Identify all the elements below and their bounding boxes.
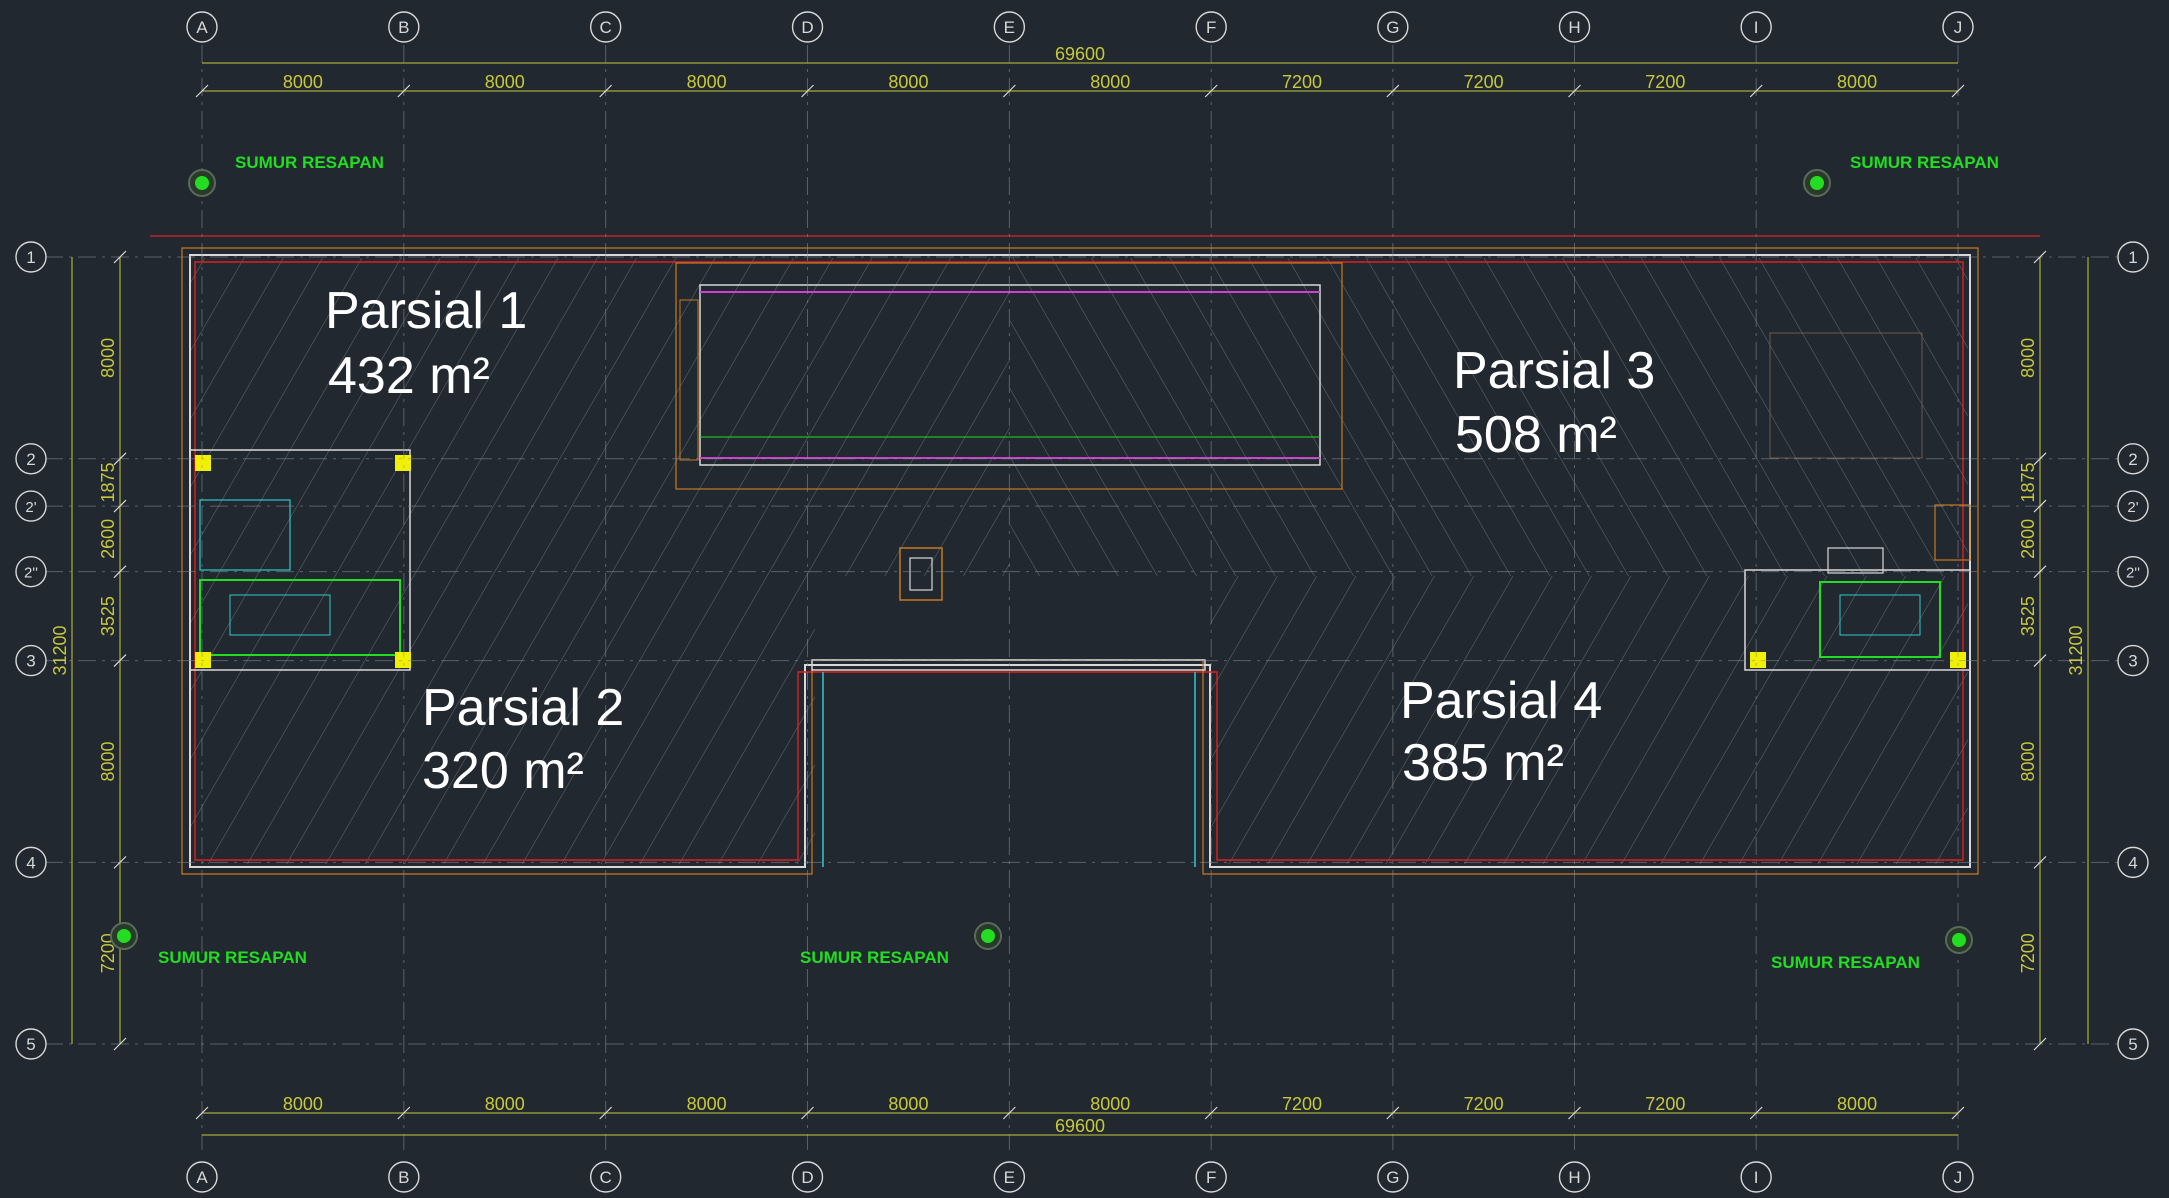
grid-bubble-label: 1 [2128, 248, 2137, 267]
dimension-value: 8000 [1837, 72, 1877, 92]
zone-area: 432 m² [328, 347, 490, 405]
floor-plan-drawing: 696008000 8000 8000 8000 8000 7200 7200 7200 800… [15, 11, 2149, 1193]
grid-bubble-label: D [801, 1168, 813, 1187]
grid-bubble-label: D [801, 18, 813, 37]
dimension-value: 7200 [1464, 1094, 1504, 1114]
grid-bubble-label: H [1568, 18, 1580, 37]
zone-area: 508 m² [1455, 406, 1617, 464]
zone-name: Parsial 1 [325, 282, 527, 340]
dimension-value: 8000 [888, 1094, 928, 1114]
grid-bubble-label: 4 [26, 853, 35, 872]
grid-bubble-label: 5 [2128, 1035, 2137, 1054]
dimension-value: 2600 [98, 519, 118, 559]
dimension-total: 31200 [2066, 625, 2086, 675]
zone-name: Parsial 3 [1453, 342, 1655, 400]
dimension-total: 69600 [1055, 1116, 1105, 1136]
dimension-total: 31200 [50, 625, 70, 675]
dimension-value: 1875 [98, 462, 118, 502]
dimension-value: 3525 [98, 596, 118, 636]
dimension-value: 7200 [1464, 72, 1504, 92]
dimension-total: 69600 [1055, 44, 1105, 64]
dimension-value: 8000 [283, 1094, 323, 1114]
dimension-value: 3525 [2018, 596, 2038, 636]
grid-bubble-label: J [1954, 18, 1963, 37]
dimension-value: 8000 [2018, 741, 2038, 781]
grid-bubble-label: J [1954, 1168, 1963, 1187]
grid-bubble-label: 2 [2128, 450, 2137, 469]
grid-bubble-label: G [1386, 18, 1399, 37]
grid-bubble-label: C [600, 18, 612, 37]
dimension-value: 7200 [1282, 72, 1322, 92]
grid-bubble-label: B [398, 18, 409, 37]
grid-bubble-label: 3 [2128, 652, 2137, 671]
grid-bubble-label: I [1754, 18, 1759, 37]
dimension-value: 8000 [485, 1094, 525, 1114]
grid-bubble-label: G [1386, 1168, 1399, 1187]
dimension-value: 8000 [1090, 72, 1130, 92]
dimension-value: 1875 [2018, 462, 2038, 502]
grid-bubble-label: 2' [2127, 499, 2138, 516]
dimension-value: 2600 [2018, 519, 2038, 559]
zone-area: 385 m² [1402, 734, 1564, 792]
dimension-value: 8000 [687, 1094, 727, 1114]
sumur-label: SUMUR RESAPAN [1850, 153, 1999, 172]
dimension-value: 8000 [888, 72, 928, 92]
grid-bubble-label: E [1004, 1168, 1015, 1187]
sumur-label: SUMUR RESAPAN [235, 153, 384, 172]
grid-bubble-label: 5 [26, 1035, 35, 1054]
dimension-value: 8000 [485, 72, 525, 92]
grid-bubble-label: E [1004, 18, 1015, 37]
sumur-label: SUMUR RESAPAN [158, 948, 307, 967]
grid-bubble-label: 2'' [24, 565, 38, 582]
grid-bubble-label: I [1754, 1168, 1759, 1187]
grid-bubble-label: A [196, 1168, 208, 1187]
zone-area: 320 m² [422, 742, 584, 800]
dimension-value: 8000 [1090, 1094, 1130, 1114]
sumur-label: SUMUR RESAPAN [800, 948, 949, 967]
grid-bubble-label: C [600, 1168, 612, 1187]
grid-bubble-label: F [1206, 1168, 1216, 1187]
dimension-value: 7200 [1645, 1094, 1685, 1114]
dimension-value: 7200 [2018, 933, 2038, 973]
grid-bubble-label: 2 [26, 450, 35, 469]
sumur-label: SUMUR RESAPAN [1771, 953, 1920, 972]
dimension-value: 8000 [2018, 338, 2038, 378]
grid-bubble-label: H [1568, 1168, 1580, 1187]
zone-name: Parsial 2 [422, 679, 624, 737]
dimension-value: 8000 [98, 338, 118, 378]
dimension-value: 7200 [1645, 72, 1685, 92]
grid-bubble-label: B [398, 1168, 409, 1187]
grid-bubble-label: 1 [26, 248, 35, 267]
grid-bubble-label: 2' [25, 499, 36, 516]
dimension-value: 8000 [98, 741, 118, 781]
grid-bubble-label: 4 [2128, 853, 2137, 872]
dimension-value: 8000 [687, 72, 727, 92]
grid-bubble-label: 2'' [2126, 565, 2140, 582]
grid-bubble-label: 3 [26, 652, 35, 671]
dimension-value: 8000 [283, 72, 323, 92]
zone-name: Parsial 4 [1400, 672, 1602, 730]
dimension-value: 7200 [1282, 1094, 1322, 1114]
grid-bubble-label: F [1206, 18, 1216, 37]
dimension-value: 8000 [1837, 1094, 1877, 1114]
grid-bubble-label: A [196, 18, 208, 37]
